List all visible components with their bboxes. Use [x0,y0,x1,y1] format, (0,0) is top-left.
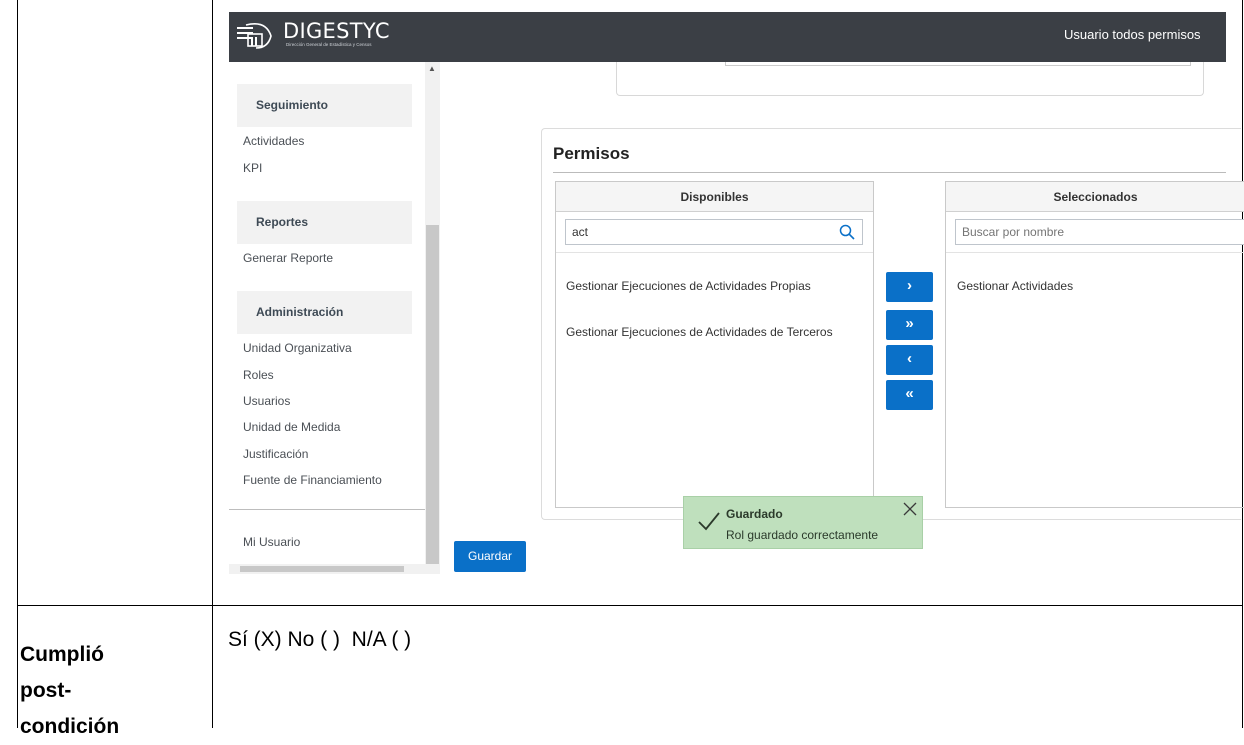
sidebar-section-administracion: Administración [237,291,412,334]
sidebar-hscroll-thumb[interactable] [240,566,404,572]
checkmark-icon [698,512,720,531]
available-list-header: Disponibles [556,182,873,212]
details-card [616,62,1204,96]
selected-list-header: Seleccionados [946,182,1244,212]
logo-text: DIGESTYC [283,19,390,43]
details-input[interactable] [725,62,1191,66]
sidebar-item-unidad-organizativa[interactable]: Unidad Organizativa [243,341,352,355]
sidebar-item-generar-reporte[interactable]: Generar Reporte [243,251,333,265]
sidebar-item-mi-usuario[interactable]: Mi Usuario [243,535,300,549]
available-item[interactable]: Gestionar Ejecuciones de Actividades de … [566,325,833,339]
sidebar-item-roles[interactable]: Roles [243,368,274,382]
success-toast: Guardado Rol guardado correctamente [683,496,923,549]
doc-label-line: post- [20,679,72,702]
doc-row-value: Sí (X) No ( ) N/A ( ) [228,628,412,651]
doc-row-label: Cumplió post- condición [20,637,119,745]
sidebar-section-seguimiento: Seguimiento [237,84,412,127]
doc-label-line: condición [20,715,120,738]
toast-title: Guardado [726,507,783,521]
selected-list: Seleccionados Gestionar Actividades [945,181,1244,508]
sidebar-section-reportes: Reportes [237,201,412,244]
sidebar-item-kpi[interactable]: KPI [243,161,262,175]
available-item[interactable]: Gestionar Ejecuciones de Actividades Pro… [566,279,811,293]
sidebar-item-actividades[interactable]: Actividades [243,134,304,148]
selected-item[interactable]: Gestionar Actividades [957,279,1073,293]
permissions-title: Permisos [553,144,630,163]
move-all-left-button[interactable]: « [886,380,933,410]
sidebar-item-fuente-financiamiento[interactable]: Fuente de Financiamiento [243,473,382,487]
sidebar-divider [229,509,425,510]
scroll-up-icon[interactable]: ▲ [428,64,436,73]
doc-table-left-border [17,0,18,728]
close-icon[interactable] [903,502,917,516]
available-list: Disponibles act Gestionar Ejecuciones de… [555,181,874,508]
search-icon[interactable] [839,224,855,240]
move-one-right-button[interactable]: › [886,272,933,302]
available-list-separator [556,252,873,253]
doc-label-line: Cumplió [20,643,104,666]
doc-table-mid-divider [212,0,213,728]
permissions-title-rule [553,172,1226,173]
logo-subtitle: Dirección General de Estadística y Censo… [286,42,372,47]
user-menu[interactable]: Usuario todos permisos [1064,27,1201,42]
available-search-input[interactable]: act [565,219,863,245]
selected-search-input[interactable] [955,219,1244,245]
digestyc-logo-icon [237,23,272,49]
sidebar-item-usuarios[interactable]: Usuarios [243,394,290,408]
move-all-right-button[interactable]: » [886,310,933,340]
sidebar-scroll-thumb[interactable] [426,225,439,570]
doc-table-row-divider [17,605,1243,606]
selected-list-separator [946,252,1244,253]
move-one-left-button[interactable]: ‹ [886,345,933,375]
sidebar-item-justificacion[interactable]: Justificación [243,447,308,461]
sidebar-item-unidad-de-medida[interactable]: Unidad de Medida [243,420,340,434]
toast-message: Rol guardado correctamente [726,528,879,542]
save-button[interactable]: Guardar [454,541,526,572]
